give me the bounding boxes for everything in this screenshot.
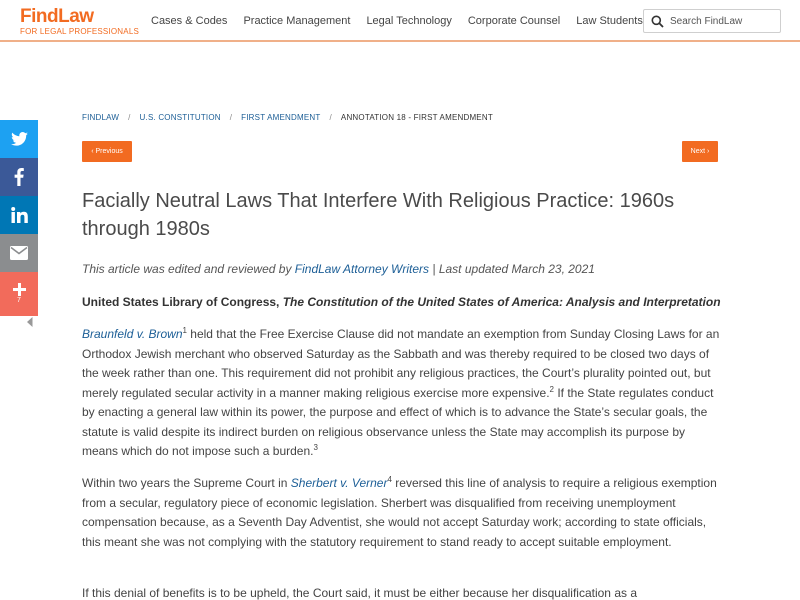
next-button[interactable]: Next ›: [682, 141, 718, 162]
search-box[interactable]: [643, 9, 781, 33]
share-linkedin-button[interactable]: [0, 196, 38, 234]
logo-text: FindLaw: [20, 6, 94, 27]
breadcrumb-first-amendment[interactable]: FIRST AMENDMENT: [241, 113, 320, 122]
paragraph: Braunfeld v. Brown1 held that the Free E…: [82, 325, 722, 462]
search-icon[interactable]: [644, 10, 670, 32]
email-icon: [10, 246, 28, 260]
paragraph: Within two years the Supreme Court in Sh…: [82, 474, 722, 552]
case-link-braunfeld[interactable]: Braunfeld v. Brown: [82, 327, 183, 341]
site-header: FindLaw FOR LEGAL PROFESSIONALS Cases & …: [0, 0, 800, 42]
source-org: United States Library of Congress,: [82, 295, 283, 309]
breadcrumb-us-constitution[interactable]: U.S. CONSTITUTION: [140, 113, 221, 122]
share-facebook-button[interactable]: [0, 158, 38, 196]
findlaw-logo[interactable]: FindLaw FOR LEGAL PROFESSIONALS: [20, 7, 139, 37]
nav-corporate-counsel[interactable]: Corporate Counsel: [468, 15, 560, 27]
main-nav: Cases & Codes Practice Management Legal …: [151, 15, 659, 27]
collapse-sidebar-icon[interactable]: [26, 317, 34, 327]
breadcrumb: FINDLAW / U.S. CONSTITUTION / FIRST AMEN…: [82, 113, 493, 122]
nav-cases-codes[interactable]: Cases & Codes: [151, 15, 227, 27]
share-twitter-button[interactable]: [0, 120, 38, 158]
article-source: United States Library of Congress, The C…: [82, 295, 721, 309]
paragraph: If this denial of benefits is to be uphe…: [82, 584, 722, 600]
breadcrumb-separator: /: [229, 113, 233, 122]
source-title: The Constitution of the United States of…: [282, 295, 721, 309]
case-link-sherbert[interactable]: Sherbert v. Verner: [291, 476, 388, 490]
linkedin-icon: [10, 207, 28, 223]
paragraph-text: Within two years the Supreme Court in: [82, 476, 291, 490]
share-more-button[interactable]: 7: [0, 272, 38, 316]
share-count: 7: [17, 297, 21, 304]
author-link[interactable]: FindLaw Attorney Writers: [295, 262, 429, 276]
paragraph-text: If this denial of benefits is to be uphe…: [82, 586, 637, 600]
page-title: Facially Neutral Laws That Interfere Wit…: [82, 190, 675, 240]
share-email-button[interactable]: [0, 234, 38, 272]
article-meta: This article was edited and reviewed by …: [82, 262, 595, 276]
logo-tagline: FOR LEGAL PROFESSIONALS: [20, 27, 140, 36]
share-sidebar: 7: [0, 120, 38, 316]
nav-law-students[interactable]: Law Students: [576, 15, 643, 27]
nav-practice-management[interactable]: Practice Management: [243, 15, 350, 27]
breadcrumb-current: ANNOTATION 18 - FIRST AMENDMENT: [340, 113, 493, 122]
meta-updated: | Last updated March 23, 2021: [429, 262, 595, 276]
previous-button[interactable]: ‹ Previous: [82, 141, 132, 162]
twitter-icon: [10, 132, 28, 146]
breadcrumb-separator: /: [329, 113, 332, 122]
nav-legal-technology[interactable]: Legal Technology: [366, 15, 451, 27]
breadcrumb-findlaw[interactable]: FINDLAW: [82, 113, 119, 122]
breadcrumb-separator: /: [128, 113, 131, 122]
meta-prefix: This article was edited and reviewed by: [82, 262, 295, 276]
footnote-ref[interactable]: 3: [313, 443, 317, 452]
search-input[interactable]: [670, 15, 776, 27]
facebook-icon: [14, 168, 24, 186]
plus-icon: [12, 283, 26, 296]
